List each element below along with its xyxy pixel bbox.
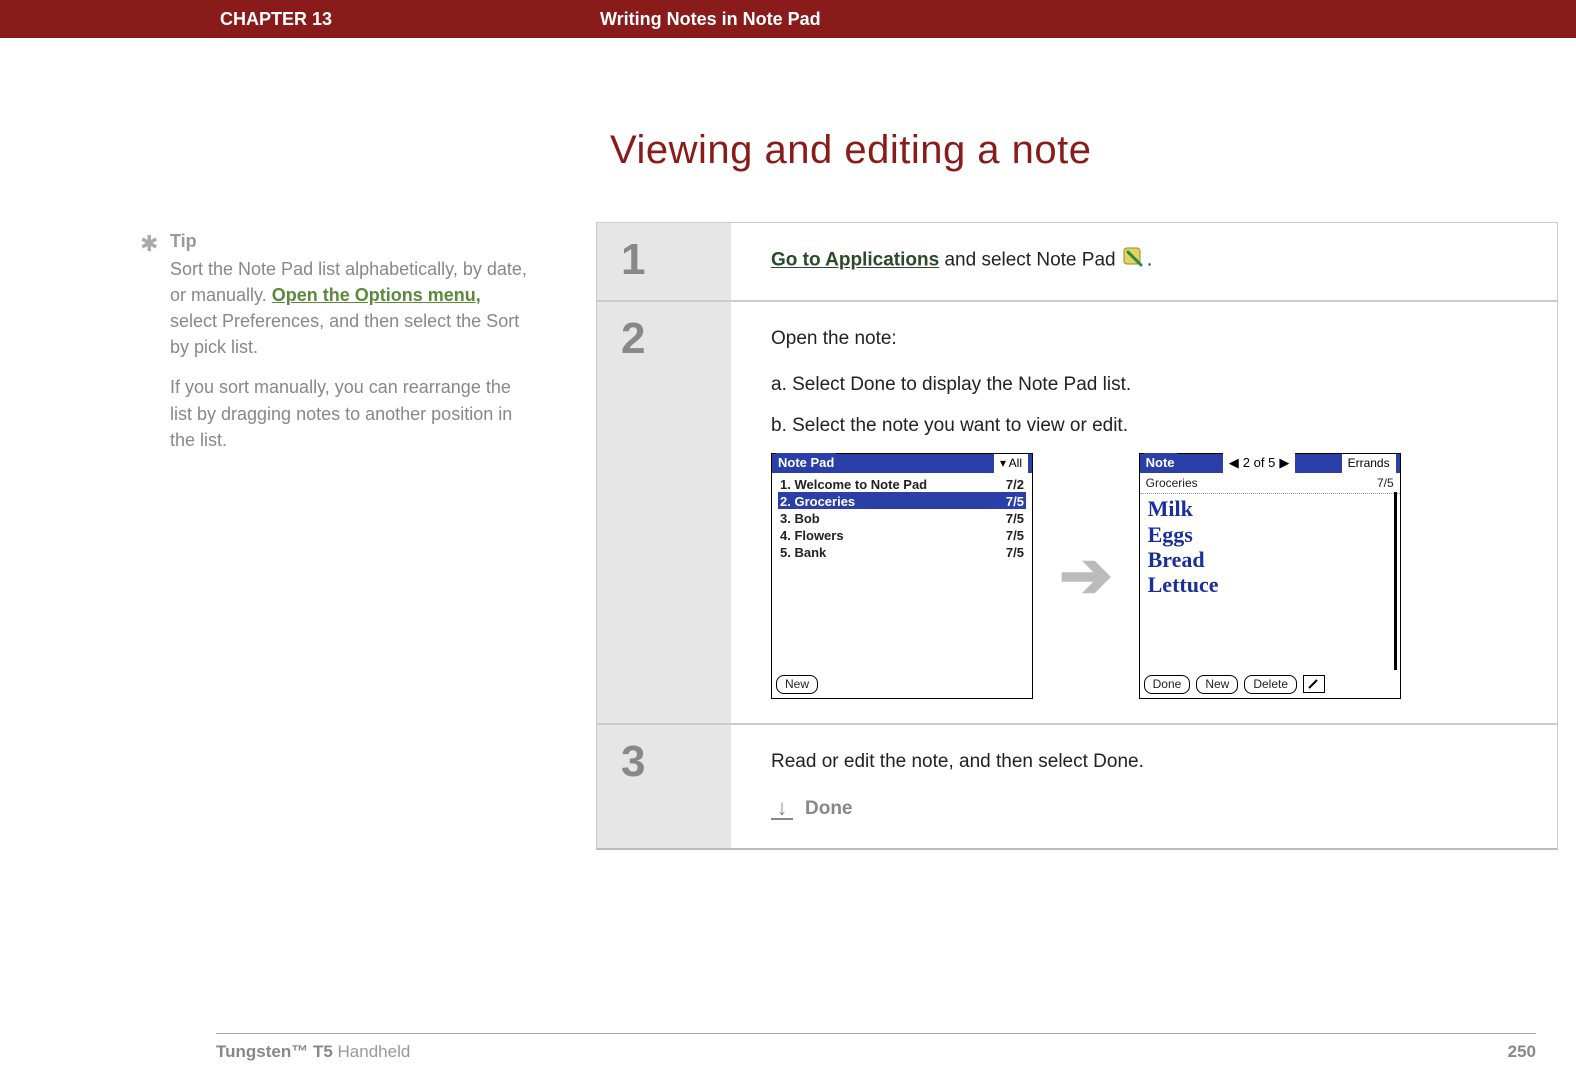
row-date: 7/5 xyxy=(1006,543,1024,560)
row-label: 2. Groceries xyxy=(780,492,855,509)
screenshot-row: Note Pad ▾ All 1. Welcome to Note Pad 7/2… xyxy=(771,453,1527,699)
steps-container: 1 Go to Applications and select Note Pad… xyxy=(596,222,1558,850)
page-footer: Tungsten™ T5 Handheld 250 xyxy=(216,1033,1536,1062)
tip-sidebar: ✱ Tip Sort the Note Pad list alphabetica… xyxy=(170,228,530,467)
topbar: CHAPTER 13 Writing Notes in Note Pad xyxy=(0,0,1576,38)
chapter-title: Writing Notes in Note Pad xyxy=(600,9,821,30)
palm-category-picker[interactable]: ▾ All xyxy=(994,454,1028,473)
palm-category-picker[interactable]: Errands xyxy=(1342,454,1396,473)
step-text: . xyxy=(1147,250,1152,271)
palm-list-row[interactable]: 2. Groceries 7/5 xyxy=(778,492,1026,509)
tip-text: select Preferences, and then select the … xyxy=(170,311,519,357)
step-body: Go to Applications and select Note Pad . xyxy=(731,223,1557,300)
row-date: 7/5 xyxy=(1006,526,1024,543)
handwriting-line: Lettuce xyxy=(1148,572,1392,597)
handwriting-line: Eggs xyxy=(1148,522,1392,547)
note-date: 7/5 xyxy=(1377,474,1394,493)
step-3: 3 Read or edit the note, and then select… xyxy=(597,725,1557,848)
pager-prev-icon[interactable]: ◀ xyxy=(1229,453,1239,473)
palm-list-row[interactable]: 5. Bank 7/5 xyxy=(778,543,1026,560)
palm-delete-button[interactable]: Delete xyxy=(1244,675,1297,694)
palm-new-button[interactable]: New xyxy=(1196,675,1238,694)
row-date: 7/2 xyxy=(1006,475,1024,492)
step-body: Read or edit the note, and then select D… xyxy=(731,725,1557,848)
note-subheader: Groceries 7/5 xyxy=(1140,473,1400,495)
row-label: 1. Welcome to Note Pad xyxy=(780,475,927,492)
row-label: 4. Flowers xyxy=(780,526,844,543)
palm-app-title: Note Pad xyxy=(776,453,836,473)
pager-text: 2 of 5 xyxy=(1243,453,1276,473)
step-body: Open the note: a. Select Done to display… xyxy=(731,302,1557,722)
row-date: 7/5 xyxy=(1006,509,1024,526)
step-1: 1 Go to Applications and select Note Pad… xyxy=(597,223,1557,302)
arrow-right-icon: ➔ xyxy=(1059,526,1113,625)
palm-note-list: 1. Welcome to Note Pad 7/2 2. Groceries 7/5… xyxy=(772,473,1032,562)
product-name: Tungsten™ T5 Handheld xyxy=(216,1042,410,1062)
step-text: Read or edit the note, and then select D… xyxy=(771,747,1527,776)
handwriting-line: Milk xyxy=(1148,496,1392,521)
tip-paragraph-1: Sort the Note Pad list alphabetically, b… xyxy=(170,256,530,360)
palm-titlebar: Note ◀ 2 of 5 ▶ Errands xyxy=(1140,454,1400,473)
step-number: 3 xyxy=(597,725,731,848)
open-options-link[interactable]: Open the Options menu, xyxy=(272,285,481,305)
down-arrow-icon: ↓ xyxy=(771,798,793,820)
section-heading: Viewing and editing a note xyxy=(610,128,1092,173)
palm-list-row[interactable]: 4. Flowers 7/5 xyxy=(778,526,1026,543)
scrollbar[interactable] xyxy=(1394,492,1397,670)
pager-next-icon[interactable]: ▶ xyxy=(1279,453,1289,473)
notepad-app-icon xyxy=(1121,245,1147,276)
palm-note-detail-screenshot: Note ◀ 2 of 5 ▶ Errands Groceries 7/5 xyxy=(1139,453,1401,699)
palm-done-button[interactable]: Done xyxy=(1144,675,1191,694)
go-to-applications-link[interactable]: Go to Applications xyxy=(771,250,939,271)
step-text: and select Note Pad xyxy=(939,250,1121,271)
done-label: Done xyxy=(805,794,853,823)
step-sub-b: b. Select the note you want to view or e… xyxy=(771,411,1527,440)
row-label: 3. Bob xyxy=(780,509,820,526)
done-indicator: ↓ Done xyxy=(771,794,1527,823)
handwriting-line: Bread xyxy=(1148,547,1392,572)
page-number: 250 xyxy=(1508,1042,1536,1062)
tip-label: Tip xyxy=(170,228,530,254)
tip-asterisk-icon: ✱ xyxy=(140,228,158,260)
product-rest: Handheld xyxy=(333,1042,411,1061)
palm-app-title: Note xyxy=(1144,453,1177,473)
palm-new-button[interactable]: New xyxy=(776,675,818,694)
note-canvas[interactable]: MilkEggsBreadLettuce xyxy=(1140,494,1400,599)
palm-list-row[interactable]: 1. Welcome to Note Pad 7/2 xyxy=(778,475,1026,492)
tip-paragraph-2: If you sort manually, you can rearrange … xyxy=(170,374,530,452)
step-number: 1 xyxy=(597,223,731,300)
step-sub-a: a. Select Done to display the Note Pad l… xyxy=(771,370,1527,399)
palm-pager[interactable]: ◀ 2 of 5 ▶ xyxy=(1223,453,1296,473)
step-2: 2 Open the note: a. Select Done to displ… xyxy=(597,302,1557,724)
pen-tool-icon[interactable] xyxy=(1303,675,1325,693)
row-label: 5. Bank xyxy=(780,543,826,560)
step-intro: Open the note: xyxy=(771,324,1527,353)
palm-notepad-list-screenshot: Note Pad ▾ All 1. Welcome to Note Pad 7/2… xyxy=(771,453,1033,699)
product-bold: Tungsten™ T5 xyxy=(216,1042,333,1061)
note-name: Groceries xyxy=(1146,474,1198,493)
step-number: 2 xyxy=(597,302,731,722)
row-date: 7/5 xyxy=(1006,492,1024,509)
palm-list-row[interactable]: 3. Bob 7/5 xyxy=(778,509,1026,526)
palm-titlebar: Note Pad ▾ All xyxy=(772,454,1032,473)
chapter-label: CHAPTER 13 xyxy=(220,9,520,30)
